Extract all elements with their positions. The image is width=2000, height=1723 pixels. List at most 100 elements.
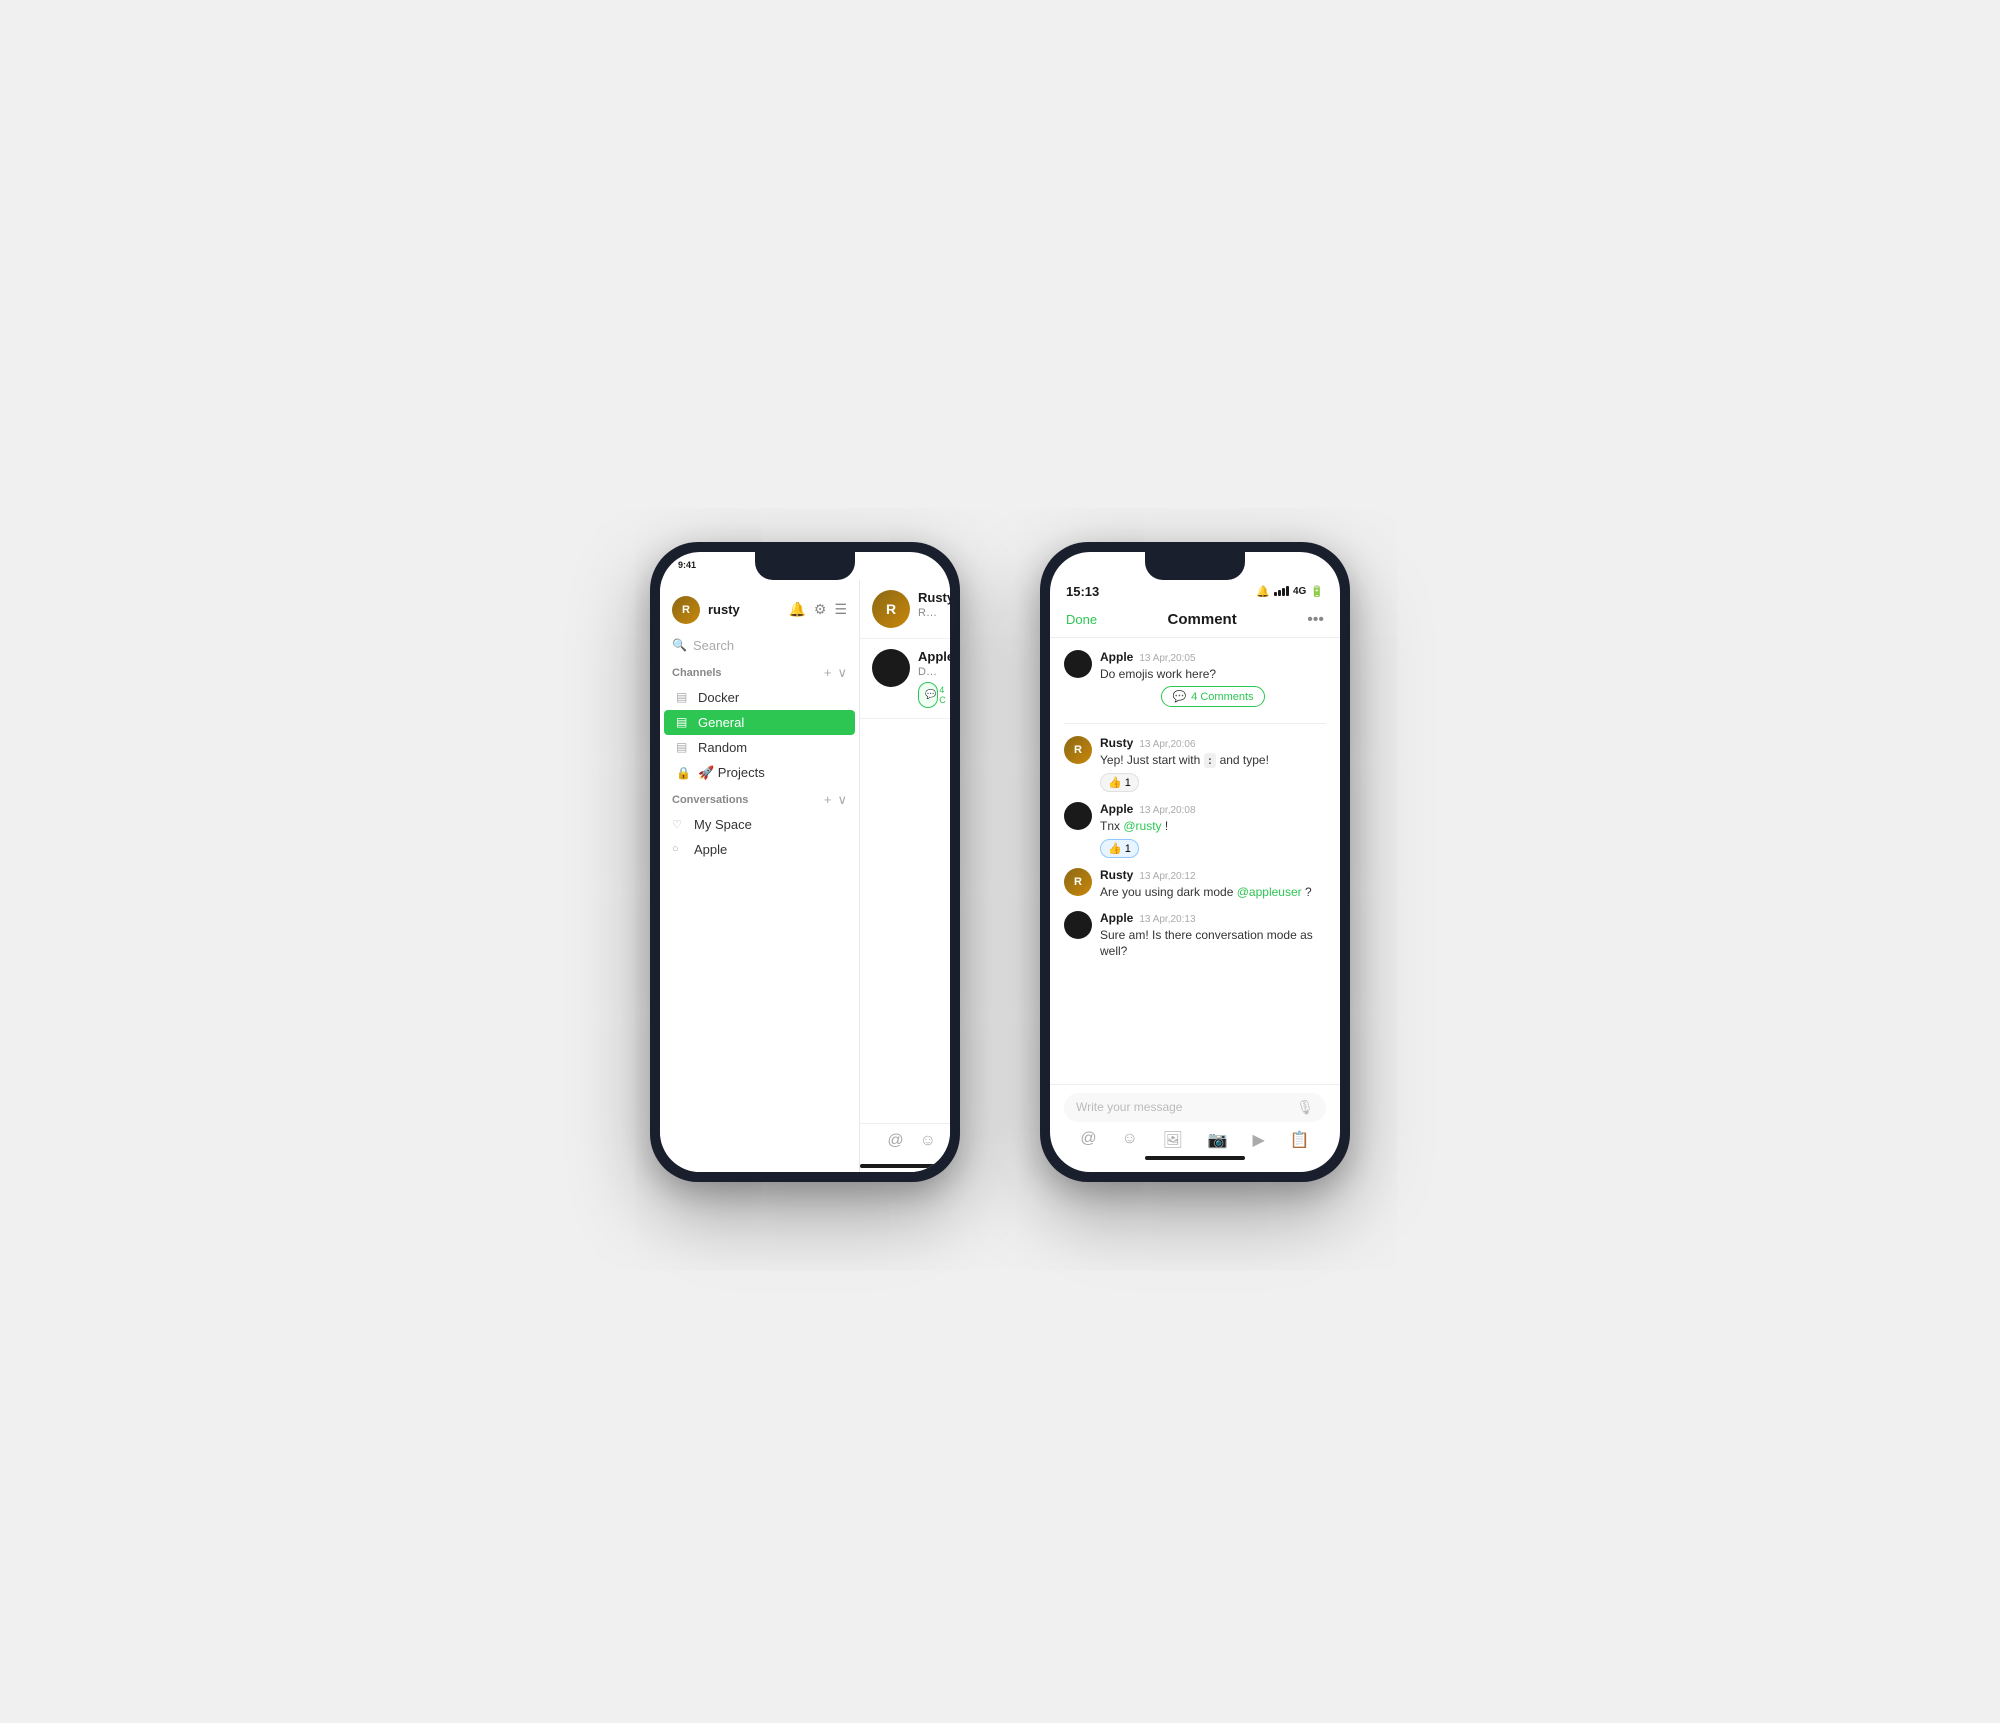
menu-icon[interactable]: ☰ — [834, 601, 847, 618]
channel-hash-icon: ▤ — [676, 690, 690, 704]
comments-badge-small: 💬 4 C — [918, 682, 938, 708]
comment-title: Comment — [1168, 611, 1237, 628]
camera-toolbar-icon[interactable]: 📷 — [1208, 1130, 1228, 1150]
message-rusty-1: R Rusty 13 Apr,20:06 Yep! Just start wit… — [1064, 736, 1326, 792]
file-toolbar-icon[interactable]: 📋 — [1290, 1130, 1310, 1150]
done-button[interactable]: Done — [1066, 612, 1097, 627]
msg-time-1: 13 Apr,20:05 — [1139, 653, 1195, 664]
bell-icon[interactable]: 🔔 — [788, 601, 805, 618]
status-time-2: 15:13 — [1066, 584, 1099, 599]
comment-bubble-icon: 💬 — [1172, 690, 1186, 703]
message-toolbar: @ ☺ 🖼 📷 ▶ 📋 — [1064, 1130, 1326, 1150]
message-input-area: Write your message 🎙 @ ☺ 🖼 📷 ▶ 📋 — [1050, 1084, 1340, 1172]
reaction-2[interactable]: 👍 1 — [1100, 839, 1139, 858]
msg-text-3: Tnx @rusty ! — [1100, 818, 1326, 835]
msg-author-1: Apple — [1100, 650, 1133, 664]
msg-content-3: Apple 13 Apr,20:08 Tnx @rusty ! 👍 1 — [1100, 802, 1326, 858]
msg-author-2: Rusty — [1100, 736, 1133, 750]
channels-add-icon[interactable]: + — [824, 665, 832, 680]
comments-badge[interactable]: 💬 4 Comments — [1161, 686, 1264, 707]
msg-meta-2: Rusty 13 Apr,20:06 — [1100, 736, 1326, 750]
home-indicator-2 — [1145, 1156, 1245, 1160]
avatar-rusty-chat: R — [872, 590, 910, 628]
status-time-1: 9:41 — [678, 560, 696, 570]
channels-label: Channels — [672, 667, 722, 679]
chat-item-content: Rusty Rusty... — [918, 590, 938, 619]
divider — [1064, 723, 1326, 724]
at-icon[interactable]: @ — [887, 1132, 903, 1150]
mention-rusty: @rusty — [1123, 819, 1161, 833]
search-placeholder: Search — [693, 638, 734, 653]
msg-author-5: Apple — [1100, 911, 1133, 925]
messages-scroll: Apple 13 Apr,20:05 Do emojis work here? … — [1050, 638, 1340, 1084]
avatar-rusty-2: R — [1064, 868, 1092, 896]
msg-time-2: 13 Apr,20:06 — [1139, 739, 1195, 750]
channel-random[interactable]: ▤ Random — [664, 735, 855, 760]
channel-name: 🚀 Projects — [698, 765, 765, 781]
channel-hash-icon: ▤ — [676, 740, 690, 754]
msg-meta-4: Rusty 13 Apr,20:12 — [1100, 868, 1326, 882]
more-options-button[interactable]: ••• — [1307, 611, 1324, 629]
msg-text-1: Do emojis work here? — [1100, 666, 1326, 683]
channel-hash-icon: ▤ — [676, 715, 690, 729]
notch-2 — [1145, 552, 1245, 580]
network-label: 4G — [1293, 586, 1306, 597]
reaction-1[interactable]: 👍 1 — [1100, 773, 1139, 792]
at-toolbar-icon[interactable]: @ — [1080, 1130, 1096, 1150]
msg-time-5: 13 Apr,20:13 — [1139, 914, 1195, 925]
conv-myspace[interactable]: ♡ My Space — [660, 812, 859, 837]
search-row[interactable]: 🔍 Search — [660, 632, 859, 659]
msg-meta-1: Apple 13 Apr,20:05 — [1100, 650, 1326, 664]
circle-icon: ○ — [672, 843, 686, 855]
channel-name: Docker — [698, 690, 739, 705]
image-toolbar-icon[interactable]: 🖼 — [1163, 1130, 1183, 1150]
bar2 — [1278, 590, 1281, 596]
bar3 — [1282, 588, 1285, 596]
bar1 — [1274, 592, 1277, 596]
msg-author-3: Apple — [1100, 802, 1133, 816]
phone-2: 15:13 🔔 4G 🔋 Done Comment ••• — [1040, 542, 1350, 1182]
sidebar: R rusty 🔔 ⚙ ☰ 🔍 Search Channels — [660, 580, 860, 1172]
msg-meta-5: Apple 13 Apr,20:13 — [1100, 911, 1326, 925]
sidebar-username: rusty — [708, 602, 780, 617]
channels-collapse-icon[interactable]: ∨ — [837, 665, 847, 681]
msg-time-3: 13 Apr,20:08 — [1139, 805, 1195, 816]
heart-icon: ♡ — [672, 818, 686, 831]
conversations-add-icon[interactable]: + — [824, 792, 832, 807]
signal-bars — [1274, 586, 1289, 596]
conv-apple[interactable]: ○ Apple — [660, 837, 859, 862]
emoji-icon[interactable]: ☺ — [920, 1132, 936, 1150]
msg-content-5: Apple 13 Apr,20:13 Sure am! Is there con… — [1100, 911, 1326, 961]
message-input-row[interactable]: Write your message 🎙 — [1064, 1093, 1326, 1122]
channel-general[interactable]: ▤ General — [664, 710, 855, 735]
avatar-apple-1 — [1064, 650, 1092, 678]
message-rusty-2: R Rusty 13 Apr,20:12 Are you using dark … — [1064, 868, 1326, 901]
comment-header: Done Comment ••• — [1050, 603, 1340, 638]
phone-1: 9:41 R rusty 🔔 ⚙ ☰ 🔍 S — [650, 542, 960, 1182]
home-indicator-1 — [860, 1164, 950, 1168]
battery-icon: 🔋 — [1310, 585, 1324, 598]
comments-count-row: 💬 4 Comments — [1100, 686, 1326, 707]
mention-appleuser: @appleuser — [1237, 885, 1302, 899]
bell-status-icon: 🔔 — [1256, 585, 1270, 598]
channels-actions: + ∨ — [824, 665, 847, 681]
channel-name: Random — [698, 740, 747, 755]
video-toolbar-icon[interactable]: ▶ — [1252, 1130, 1264, 1150]
msg-content-1: Apple 13 Apr,20:05 Do emojis work here? … — [1100, 650, 1326, 712]
msg-content-4: Rusty 13 Apr,20:12 Are you using dark mo… — [1100, 868, 1326, 901]
message-input[interactable]: Write your message — [1076, 1100, 1288, 1114]
chat-item-apple[interactable]: Apple Do em... 💬 4 C — [860, 639, 950, 719]
emoji-toolbar-icon[interactable]: ☺ — [1121, 1130, 1137, 1150]
channel-projects[interactable]: 🔒 🚀 Projects — [664, 760, 855, 786]
msg-text-4: Are you using dark mode @appleuser ? — [1100, 884, 1326, 901]
mic-icon[interactable]: 🎙 — [1296, 1099, 1314, 1116]
chat-item-preview: Do em... — [918, 666, 938, 678]
avatar-apple-chat — [872, 649, 910, 687]
conversations-collapse-icon[interactable]: ∨ — [837, 792, 847, 808]
conversations-label: Conversations — [672, 794, 748, 806]
sidebar-header: R rusty 🔔 ⚙ ☰ — [660, 588, 859, 632]
chat-item-rusty[interactable]: R Rusty Rusty... — [860, 580, 950, 639]
gear-icon[interactable]: ⚙ — [814, 601, 827, 618]
notch-1 — [755, 552, 855, 580]
channel-docker[interactable]: ▤ Docker — [664, 685, 855, 710]
